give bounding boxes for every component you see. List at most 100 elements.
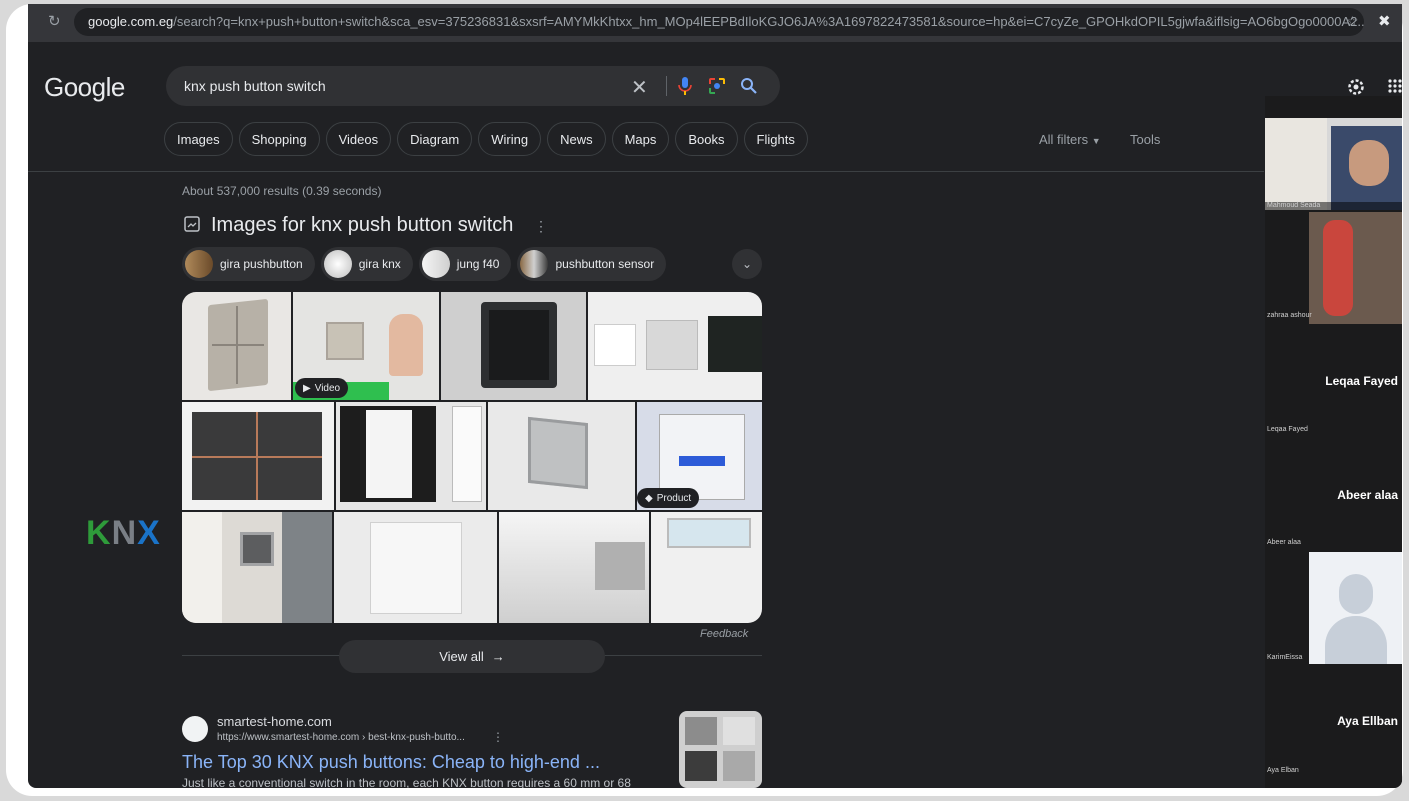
- video-badge: ▶ Video: [295, 378, 349, 398]
- meeting-participants-panel: Mahmoud Seada zahraa ashour Leqaa Fayed …: [1265, 96, 1402, 788]
- tab-maps[interactable]: Maps: [611, 122, 670, 156]
- site-favicon-icon[interactable]: [182, 716, 208, 742]
- participant-name: Abeer alaa: [1267, 539, 1301, 546]
- tab-news[interactable]: News: [547, 122, 606, 156]
- participant-name: KarimEissa: [1267, 654, 1303, 661]
- shared-screen: ↻ google.com.eg/search?q=knx+push+button…: [28, 4, 1402, 788]
- image-result[interactable]: [441, 292, 586, 400]
- refine-chip-pushbutton-sensor[interactable]: pushbutton sensor: [517, 247, 667, 281]
- tab-flights[interactable]: Flights: [743, 122, 808, 156]
- settings-gear-icon[interactable]: [1346, 77, 1366, 97]
- extension-icon[interactable]: ✖: [1378, 12, 1391, 30]
- image-result[interactable]: [336, 402, 486, 510]
- tab-diagram[interactable]: Diagram: [397, 122, 473, 156]
- refine-thumbnail: [421, 250, 450, 278]
- tab-images[interactable]: Images: [164, 122, 233, 156]
- image-icon: [184, 216, 200, 232]
- knx-letter-n: N: [111, 514, 138, 552]
- knx-letter-k: K: [86, 514, 112, 552]
- feedback-link[interactable]: Feedback: [700, 628, 748, 640]
- refine-chip-label: jung f40: [456, 257, 500, 271]
- play-icon: ▶: [303, 382, 311, 394]
- search-input[interactable]: knx push button switch: [184, 78, 326, 94]
- tab-wiring[interactable]: Wiring: [478, 122, 542, 156]
- tab-shopping[interactable]: Shopping: [238, 122, 320, 156]
- refine-thumbnail: [185, 250, 213, 278]
- url-path: /search?q=knx+push+button+switch&sca_esv…: [173, 14, 1364, 29]
- refine-chip-label: gira knx: [358, 257, 401, 271]
- dropdown-caret-icon: ▼: [1091, 136, 1101, 146]
- product-badge: ◆ Product: [637, 488, 700, 508]
- refine-chip-label: gira pushbutton: [220, 257, 303, 271]
- search-icon[interactable]: [740, 77, 758, 95]
- participant-tile[interactable]: KarimEissa: [1265, 552, 1402, 664]
- result-snippet: Just like a conventional switch in the r…: [182, 776, 631, 788]
- results-count: About 537,000 results (0.39 seconds): [182, 184, 382, 198]
- clear-icon[interactable]: ✕: [631, 75, 648, 100]
- browser-address-bar: ↻ google.com.eg/search?q=knx+push+button…: [28, 4, 1402, 42]
- google-logo[interactable]: Google: [44, 72, 125, 103]
- lens-icon[interactable]: [708, 77, 726, 95]
- expand-chevron-icon[interactable]: ⌄: [732, 249, 762, 279]
- result-title-link[interactable]: The Top 30 KNX push buttons: Cheap to hi…: [182, 752, 600, 773]
- image-result[interactable]: [182, 402, 334, 510]
- participant-display-name: Leqaa Fayed: [1325, 374, 1398, 388]
- view-all-label: View all: [439, 649, 484, 664]
- participant-tile[interactable]: Leqaa Fayed Leqaa Fayed: [1265, 326, 1402, 438]
- tab-videos[interactable]: Videos: [325, 122, 392, 156]
- presentation-frame: ↻ google.com.eg/search?q=knx+push+button…: [6, 4, 1403, 796]
- result-site-name[interactable]: smartest-home.com: [217, 714, 332, 729]
- participant-tile[interactable]: Mahmoud Seada: [1265, 118, 1402, 210]
- tab-books[interactable]: Books: [675, 122, 738, 156]
- url-domain: google.com.eg: [88, 14, 174, 29]
- tag-icon: ◆: [645, 492, 653, 504]
- result-url[interactable]: https://www.smartest-home.com › best-knx…: [217, 732, 465, 743]
- image-result[interactable]: [488, 402, 635, 510]
- video-badge-label: Video: [314, 382, 341, 394]
- all-filters-button[interactable]: All filters ▼: [1039, 132, 1101, 147]
- image-result[interactable]: [182, 512, 332, 623]
- product-badge-label: Product: [656, 492, 692, 504]
- refine-thumbnail: [520, 250, 549, 278]
- all-filters-label: All filters: [1039, 132, 1089, 147]
- microphone-icon[interactable]: [678, 77, 692, 95]
- image-result[interactable]: [182, 292, 291, 400]
- image-result[interactable]: [588, 292, 762, 400]
- avatar: [1309, 552, 1402, 664]
- tools-button[interactable]: Tools: [1130, 132, 1160, 147]
- result-more-icon[interactable]: ⋮: [492, 730, 504, 744]
- image-result[interactable]: [499, 512, 649, 623]
- result-thumbnail[interactable]: [679, 711, 762, 788]
- image-result[interactable]: [651, 512, 762, 623]
- arrow-right-icon: →: [491, 649, 505, 664]
- bookmark-star-icon[interactable]: ☆: [1346, 13, 1359, 30]
- participant-tile[interactable]: Abeer alaa Abeer alaa: [1265, 440, 1402, 552]
- participant-tile[interactable]: zahraa ashour: [1265, 212, 1402, 324]
- more-options-icon[interactable]: ⋮: [534, 218, 548, 235]
- refine-thumbnail: [323, 250, 352, 278]
- refinement-chips: gira pushbutton gira knx jung f40 pushbu…: [182, 247, 667, 281]
- participant-name: Leqaa Fayed: [1267, 426, 1308, 433]
- url-field[interactable]: google.com.eg/search?q=knx+push+button+s…: [74, 8, 1364, 36]
- participant-name: zahraa ashour: [1267, 312, 1312, 319]
- apps-grid-icon[interactable]: [1388, 79, 1402, 93]
- participant-name: Aya Elban: [1267, 767, 1299, 774]
- refine-chip-jung-f40[interactable]: jung f40: [418, 247, 512, 281]
- refine-chip-gira-pushbutton[interactable]: gira pushbutton: [182, 247, 315, 281]
- reload-icon[interactable]: ↻: [48, 12, 61, 30]
- images-heading[interactable]: Images for knx push button switch: [211, 214, 513, 237]
- participant-display-name: Abeer alaa: [1337, 488, 1398, 502]
- refine-chip-gira-knx[interactable]: gira knx: [320, 247, 413, 281]
- refine-chip-label: pushbutton sensor: [555, 257, 655, 271]
- view-all-button[interactable]: View all →: [339, 640, 605, 673]
- participant-name: Mahmoud Seada: [1267, 202, 1321, 209]
- knx-letter-x: X: [137, 514, 161, 552]
- header-divider: [28, 171, 1264, 172]
- participant-display-name: Aya Ellban: [1337, 714, 1398, 728]
- knx-watermark-logo: KNX: [86, 514, 161, 553]
- participant-tile[interactable]: Aya Ellban Aya Elban: [1265, 666, 1402, 778]
- image-results-grid: ▶ Video ◆ Product: [182, 292, 762, 623]
- search-box[interactable]: knx push button switch ✕: [166, 66, 780, 106]
- image-result[interactable]: [334, 512, 497, 623]
- search-divider: [666, 76, 667, 96]
